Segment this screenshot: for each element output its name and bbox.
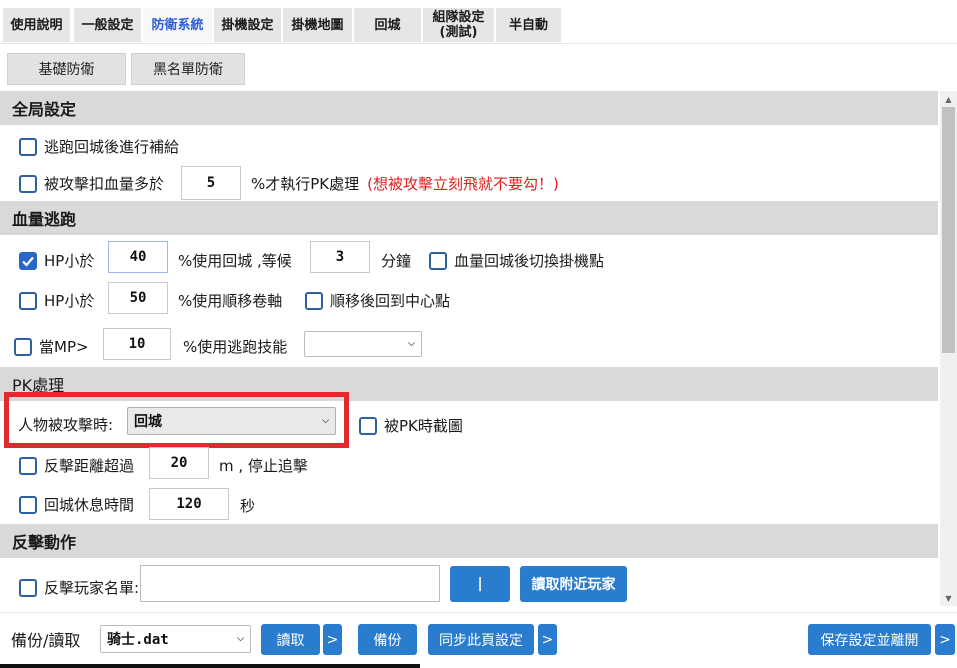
mp-mid-text: %使用逃跑技能 [183,338,288,356]
separator-button[interactable]: | [450,566,510,602]
hp1-checkbox[interactable] [19,251,37,270]
rest-time-option[interactable]: 回城休息時間 [19,494,134,515]
escape-refill-checkbox[interactable] [19,137,37,156]
hp1-unit: 分鐘 [381,250,411,271]
hp1-unit-text: 分鐘 [381,252,412,270]
pk-screenshot-option[interactable]: 被PK時截圖 [359,415,463,436]
save-exit-button[interactable]: 保存設定並離開 [808,624,931,655]
read-nearby-button[interactable]: 讀取附近玩家 [520,566,627,602]
switch-point-checkbox[interactable] [429,251,447,270]
hp-loss-suffix-row: %才執行PK處理 (想被攻擊立刻飛就不要勾！) [251,173,559,194]
mp-option[interactable]: 當MP> [14,336,89,357]
chevron-down-icon: ⌵ [408,339,415,349]
counter-list-checkbox[interactable] [19,578,37,597]
config-file-value: 骑士.dat [107,632,169,648]
back-center-option[interactable]: 順移後回到中心點 [305,290,450,311]
rest-time-label: 回城休息時間 [44,496,135,514]
chevron-down-icon: ⌵ [237,634,244,644]
counter-distance-label: 反擊距離超過 [44,457,135,475]
switch-point-label: 血量回城後切換掛機點 [454,252,605,270]
hp1-mid: %使用回城 ,等候 [178,250,292,271]
mp-mid: %使用逃跑技能 [183,336,287,357]
checkmark-icon [22,256,34,267]
hp1-wait-input[interactable]: 3 [310,241,370,273]
backup-button[interactable]: 備份 [358,624,417,655]
counter-distance-suffix: m , 停止追擊 [219,455,308,476]
escape-skill-select[interactable]: ⌵ [304,331,422,357]
mp-checkbox[interactable] [14,337,32,356]
config-file-select[interactable]: 骑士.dat ⌵ [100,625,251,653]
hp2-label: HP小於 [44,292,95,310]
hp2-checkbox[interactable] [19,291,37,310]
hp2-input[interactable]: 50 [108,282,168,314]
hp-loss-warning: (想被攻擊立刻飛就不要勾！) [367,175,559,193]
chevron-down-icon: ⌵ [322,416,329,426]
read-more-button[interactable]: > [323,624,342,655]
hp1-input[interactable]: 40 [108,241,168,273]
backup-read-label: 備份/讀取 [11,631,81,650]
counter-distance-input[interactable]: 20 [149,447,209,479]
hp2-mid: %使用順移卷軸 [178,290,282,311]
mp-label: 當MP> [39,338,89,356]
tab-defense-system[interactable]: 防衛系統 [143,8,212,42]
pk-screenshot-label: 被PK時截圖 [384,417,463,435]
save-more-button[interactable]: > [935,624,955,655]
section-header-global: 全局設定 [0,91,938,125]
counter-list-input[interactable] [140,565,440,602]
rest-time-suffix-text: 秒 [240,497,256,515]
escape-refill-label: 逃跑回城後進行補給 [44,138,180,156]
escape-refill-option[interactable]: 逃跑回城後進行補給 [19,136,179,157]
rest-time-suffix: 秒 [240,495,255,516]
back-center-label: 順移後回到中心點 [330,292,451,310]
top-tab-bar: 使用說明 一般設定 防衛系統 掛機設定 掛機地圖 回城 組隊設定 (測試) 半自… [0,0,957,44]
hp-loss-label: 被攻擊扣血量多於 [44,175,165,193]
tab-general-settings[interactable]: 一般設定 [74,8,141,42]
window-bottom-edge-gap [420,664,957,668]
hp1-option[interactable]: HP小於 [19,250,94,271]
attacked-action-label: 人物被攻擊時: [18,416,114,434]
section-header-counter: 反擊動作 [0,524,938,558]
tab-idle-settings[interactable]: 掛機設定 [214,8,281,42]
subtab-blacklist-defense[interactable]: 黑名單防衛 [131,53,245,85]
tab-party-settings[interactable]: 組隊設定 (測試) [423,8,494,42]
subtab-basic-defense[interactable]: 基礎防衛 [7,53,126,85]
pk-screenshot-checkbox[interactable] [359,416,377,435]
sync-more-button[interactable]: > [538,624,557,655]
attacked-action-select[interactable]: 回城 ⌵ [127,407,336,435]
sync-page-button[interactable]: 同步此頁設定 [428,624,534,655]
attacked-action-label-row: 人物被攻擊時: [18,414,113,435]
scroll-down-icon[interactable]: ▼ [940,590,957,606]
hp2-mid-text: %使用順移卷軸 [178,292,283,310]
hp1-mid-text: %使用回城 ,等候 [178,252,292,270]
hp-loss-input[interactable]: 5 [181,166,241,200]
switch-point-option[interactable]: 血量回城後切換掛機點 [429,250,604,271]
hp-loss-checkbox[interactable] [19,174,37,193]
counter-distance-option[interactable]: 反擊距離超過 [19,455,134,476]
tab-semi-auto[interactable]: 半自動 [496,8,561,42]
counter-distance-checkbox[interactable] [19,456,37,475]
tab-idle-map[interactable]: 掛機地圖 [283,8,352,42]
rest-time-checkbox[interactable] [19,495,37,514]
tab-return-town[interactable]: 回城 [354,8,421,42]
hp1-label: HP小於 [44,252,95,270]
mp-input[interactable]: 10 [103,328,171,360]
counter-list-label: 反擊玩家名單: [44,579,140,597]
settings-panel: 全局設定 逃跑回城後進行補給 被攻擊扣血量多於 5 %才執行PK處理 (想被攻擊… [0,91,940,606]
attacked-action-value: 回城 [134,414,162,430]
hp-loss-suffix: %才執行PK處理 [251,175,360,193]
hp-loss-option[interactable]: 被攻擊扣血量多於 [19,173,164,194]
hp2-option[interactable]: HP小於 [19,290,94,311]
section-header-hp-escape: 血量逃跑 [0,201,938,235]
rest-time-input[interactable]: 120 [149,488,229,520]
read-button[interactable]: 讀取 [261,624,320,655]
back-center-checkbox[interactable] [305,291,323,310]
tab-instructions[interactable]: 使用說明 [3,8,70,42]
counter-list-option[interactable]: 反擊玩家名單: [19,577,139,598]
counter-distance-suffix-text: m , 停止追擊 [219,457,308,475]
scrollbar-thumb[interactable] [942,107,955,353]
scroll-up-icon[interactable]: ▲ [940,91,957,107]
